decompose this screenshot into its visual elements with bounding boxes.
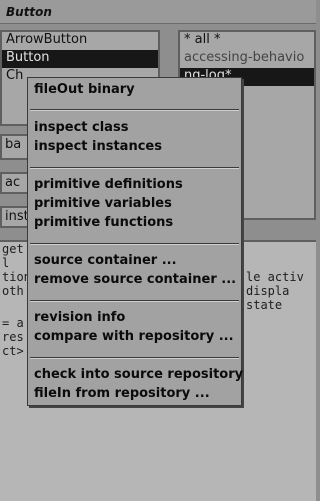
menu-item-primitive-definitions[interactable]: primitive definitions (34, 177, 183, 195)
menu-item-filein-from-repository[interactable]: fileIn from repository ... (34, 386, 210, 404)
menu-separator (30, 167, 239, 169)
menu-item-check-into-source-repository[interactable]: check into source repository (34, 367, 243, 385)
menu-item-revision-info[interactable]: revision info (34, 310, 125, 328)
menu-item-primitive-variables[interactable]: primitive variables (34, 196, 172, 214)
menu-item-compare-with-repository[interactable]: compare with repository ... (34, 329, 234, 347)
menu-separator (30, 357, 239, 359)
menu-item-inspect-instances[interactable]: inspect instances (34, 139, 162, 157)
menu-item-source-container[interactable]: source container ... (34, 253, 177, 271)
code-line-right: state (246, 298, 283, 312)
code-line-right: le activ (246, 270, 304, 284)
menu-item-inspect-class[interactable]: inspect class (34, 120, 128, 138)
menu-separator (30, 300, 239, 302)
menu-item-primitive-functions[interactable]: primitive functions (34, 215, 173, 233)
code-line-right: displa (246, 284, 290, 298)
menu-item-fileout-binary[interactable]: fileOut binary (34, 82, 135, 100)
window-title: Button (0, 0, 316, 24)
class-list-item-selected[interactable]: Button (2, 50, 158, 68)
menu-item-remove-source-container[interactable]: remove source container ... (34, 272, 236, 290)
category-list-item[interactable]: accessing-behavio (180, 50, 314, 68)
context-menu: fileOut binary inspect class inspect ins… (27, 77, 243, 406)
ba-field[interactable]: ba (0, 134, 30, 160)
category-list-item[interactable]: * all * (180, 32, 314, 50)
class-list-item[interactable]: ArrowButton (2, 32, 158, 50)
menu-separator (30, 109, 239, 111)
ac-field[interactable]: ac (0, 172, 30, 194)
menu-separator (30, 243, 239, 245)
